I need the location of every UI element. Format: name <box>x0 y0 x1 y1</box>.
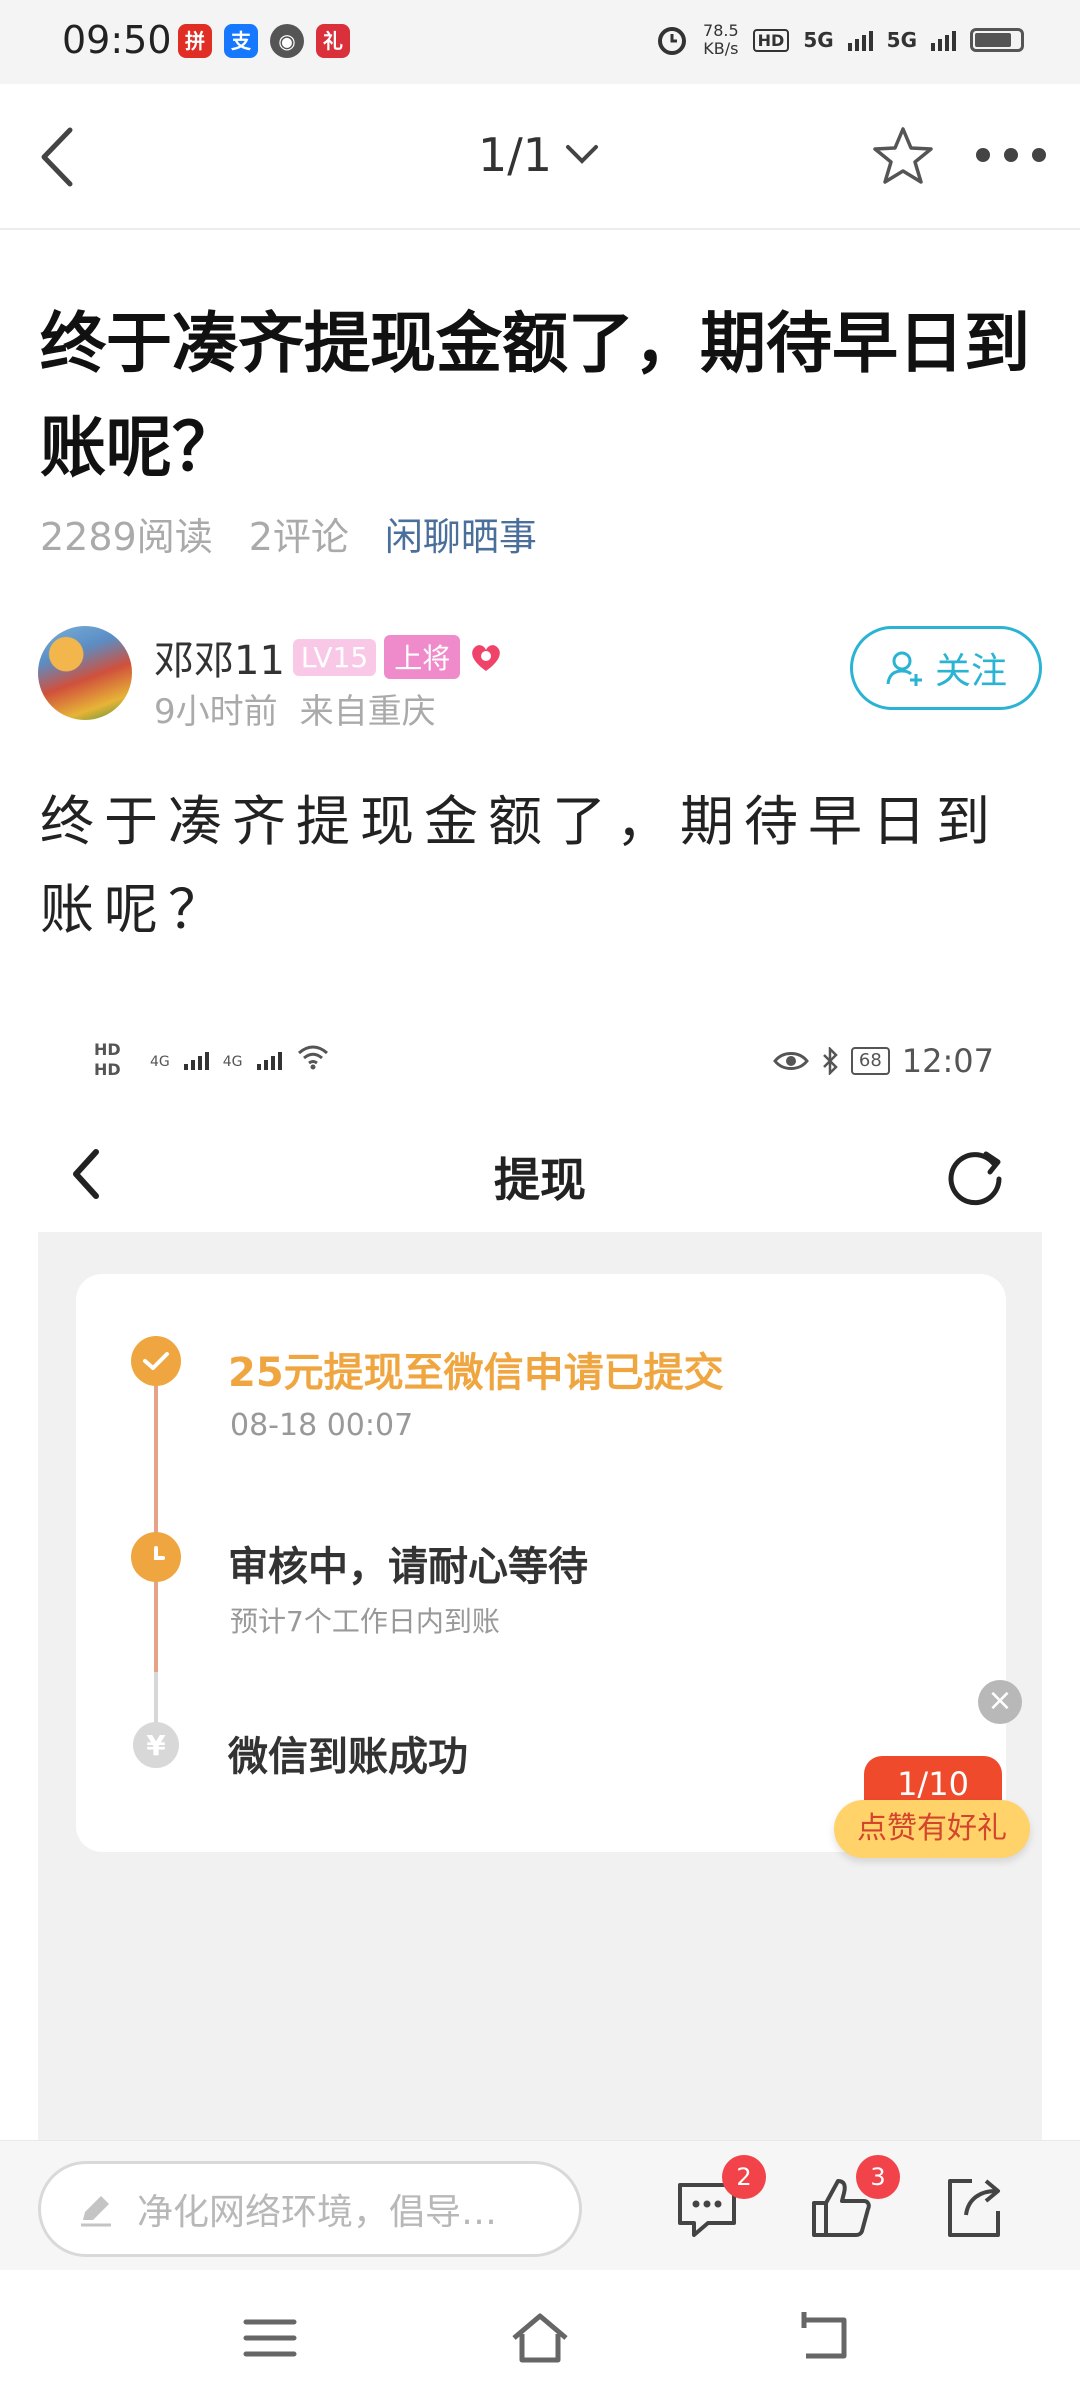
like-button[interactable]: 3 <box>806 2155 900 2243</box>
post-location: 来自重庆 <box>299 692 436 732</box>
gift-icon: 礼 <box>316 24 350 58</box>
network-type-2: 5G <box>886 28 917 52</box>
status-indicators: 78.5 KB/s HD 5G 5G <box>655 22 1024 58</box>
speed-unit: KB/s <box>703 39 739 58</box>
sim-label-2: HD <box>94 1060 121 1079</box>
embedded-signal: 4G 4G <box>150 1044 330 1070</box>
rank-badge: 上将 <box>384 635 461 679</box>
post-meta: 2289阅读 2评论 闲聊晒事 <box>40 506 537 561</box>
promo-label: 点赞有好礼 <box>834 1800 1030 1858</box>
network-speed: 78.5 KB/s <box>703 22 739 58</box>
bottom-action-bar: 净化网络环境，倡导… 2 3 <box>0 2140 1080 2270</box>
more-options-button[interactable] <box>976 148 1046 168</box>
hd-icon: HD <box>752 28 790 52</box>
timeline-step-1-time: 08-18 00:07 <box>230 1408 414 1443</box>
post-title: 终于凑齐提现金额了，期待早日到账呢？ <box>40 305 1030 486</box>
network-type-1: 5G <box>803 28 834 52</box>
embedded-status-right: 68 12:07 <box>772 1042 994 1080</box>
post-body: 终于凑齐提现金额了，期待早日到账呢？ <box>40 790 1000 941</box>
system-nav-bar <box>0 2270 1080 2400</box>
add-user-icon <box>886 651 922 686</box>
timeline-line <box>154 1382 158 1672</box>
pinduoduo-icon: 拼 <box>178 24 212 58</box>
status-bar: 09:50 拼 支 ◉ 礼 78.5 KB/s HD 5G 5G <box>0 0 1080 84</box>
battery-icon <box>970 28 1024 52</box>
signal-icon <box>847 29 873 51</box>
read-count: 2289阅读 <box>40 515 213 559</box>
embedded-status-bar: HD HD 4G 4G 68 12:07 <box>94 1038 994 1088</box>
sim-label-1: HD <box>94 1040 121 1059</box>
status-app-icons: 拼 支 ◉ 礼 <box>178 24 350 58</box>
battery-icon: 68 <box>850 1047 890 1075</box>
timeline-step-3-text: 微信到账成功 <box>228 1734 468 1780</box>
post-time: 9小时前 <box>154 692 278 732</box>
follow-button[interactable]: 关注 <box>850 626 1042 710</box>
back-nav-icon[interactable] <box>796 2310 856 2366</box>
share-button[interactable] <box>938 2173 1008 2243</box>
wifi-icon <box>297 1045 328 1070</box>
status-time: 09:50 <box>62 18 172 62</box>
home-icon[interactable] <box>510 2310 570 2366</box>
signal-icon <box>931 29 956 51</box>
back-button[interactable] <box>30 124 90 190</box>
embedded-header: 提现 <box>38 1116 1042 1236</box>
like-reward-promo[interactable]: 1/10 点赞有好礼 <box>834 1756 1030 1866</box>
pencil-icon <box>81 2196 111 2227</box>
speed-value: 78.5 <box>703 21 739 40</box>
author-name[interactable]: 邓邓11 <box>154 628 285 686</box>
embedded-time: 12:07 <box>901 1042 994 1080</box>
bluetooth-icon <box>822 1047 838 1075</box>
eye-icon <box>772 1052 809 1070</box>
net-label-2: 4G <box>222 1054 243 1070</box>
comment-count: 2评论 <box>248 515 349 559</box>
embedded-title: 提现 <box>494 1153 586 1207</box>
author-name-row: 邓邓11 LV15 上将 <box>154 628 504 686</box>
comment-input[interactable]: 净化网络环境，倡导… <box>38 2161 582 2257</box>
category-link[interactable]: 闲聊晒事 <box>385 506 537 561</box>
author-subline: 9小时前 来自重庆 <box>154 684 436 733</box>
timeline-step-2-sub: 预计7个工作日内到账 <box>230 1605 500 1638</box>
favorite-star-button[interactable] <box>870 124 936 190</box>
avatar[interactable] <box>38 626 132 720</box>
follow-label: 关注 <box>934 651 1007 692</box>
page-selector[interactable]: 1/1 <box>478 128 600 182</box>
compass-icon: ◉ <box>270 24 304 58</box>
sim-labels: HD HD <box>94 1040 121 1080</box>
refresh-icon <box>948 1151 1002 1206</box>
alipay-icon: 支 <box>224 24 258 58</box>
yuan-icon: ¥ <box>133 1722 179 1768</box>
alarm-icon <box>658 27 687 55</box>
menu-icon[interactable] <box>240 2310 300 2366</box>
top-nav-bar: 1/1 <box>0 84 1080 230</box>
page-indicator-label: 1/1 <box>478 128 553 182</box>
promo-close-button[interactable]: × <box>978 1680 1022 1724</box>
comment-count-badge: 2 <box>722 2155 766 2199</box>
like-count-badge: 3 <box>856 2155 900 2199</box>
dot-icon <box>1032 148 1046 162</box>
author-info: 邓邓11 LV15 上将 9小时前 来自重庆 关注 <box>38 626 1042 732</box>
heart-badge-icon <box>472 645 501 671</box>
share-icon <box>948 2179 1000 2237</box>
timeline-step-2-text: 审核中，请耐心等待 <box>228 1544 588 1590</box>
chevron-down-icon <box>566 145 599 164</box>
net-label-1: 4G <box>150 1054 170 1070</box>
comments-button[interactable]: 2 <box>672 2155 766 2243</box>
level-badge: LV15 <box>292 638 377 676</box>
dot-icon <box>1004 148 1018 162</box>
timeline-step-1-text: 25元提现至微信申请已提交 <box>228 1350 724 1396</box>
comment-placeholder: 净化网络环境，倡导… <box>137 2192 498 2233</box>
signal-icon <box>183 1048 209 1070</box>
check-icon <box>131 1336 181 1386</box>
dot-icon <box>976 148 990 162</box>
signal-icon <box>256 1048 282 1070</box>
post-image[interactable]: HD HD 4G 4G 68 12:07 提现 25元提现至微信申请已提交 08… <box>38 1016 1042 2146</box>
clock-icon <box>131 1532 181 1582</box>
